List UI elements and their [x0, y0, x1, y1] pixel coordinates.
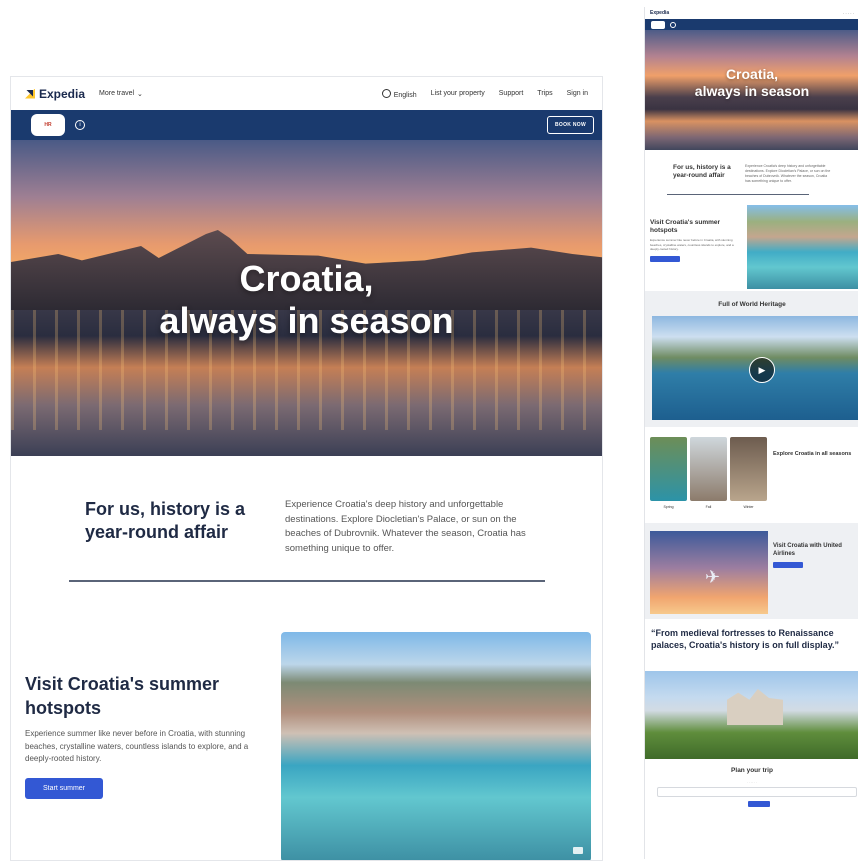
season-card-fall[interactable] — [690, 437, 727, 501]
globe-icon — [381, 88, 391, 98]
campaign-banner: HR i BOOK NOW — [11, 110, 602, 143]
list-property-link[interactable]: List your property — [431, 90, 485, 97]
summer-text: Visit Croatia's summer hotspots Experien… — [25, 672, 263, 799]
mobile-hero-line2: always in season — [694, 83, 810, 99]
mobile-heritage-title: Full of World Heritage — [718, 301, 786, 308]
language-selector[interactable]: English — [381, 88, 417, 99]
summer-title: Visit Croatia's summer hotspots — [25, 674, 220, 718]
start-summer-button[interactable]: Start summer — [25, 777, 104, 799]
logo-text: Expedia — [39, 86, 86, 101]
coastal-town-image — [281, 632, 591, 860]
mobile-plan-search-fields[interactable] — [657, 787, 857, 797]
language-label: English — [393, 91, 417, 99]
nav-right-links: English List your property Support Trips… — [381, 88, 588, 99]
mobile-nav-links: · · · · · — [842, 10, 854, 16]
season-card-spring[interactable] — [650, 437, 687, 501]
camera-icon[interactable] — [573, 847, 583, 854]
mobile-start-summer-button[interactable] — [650, 255, 680, 262]
mobile-heritage-section: Full of World Heritage ▶ — [645, 291, 858, 427]
croatia-brand-logo: HR — [31, 114, 65, 136]
mobile-preview: Expedia · · · · · Croatia, always in sea… — [644, 7, 858, 859]
mobile-plan-section: Plan your trip · · · · · · — [645, 759, 858, 819]
mobile-seasons-section: Spring Fall Winter Explore Croatia in al… — [645, 427, 858, 523]
mobile-united-section: ✈ Visit Croatia with United Airlines — [645, 523, 858, 619]
mobile-info-icon[interactable] — [670, 21, 676, 28]
mobile-united-button[interactable] — [773, 562, 803, 568]
castle-shape — [727, 689, 783, 725]
trips-link[interactable]: Trips — [537, 90, 552, 97]
sign-in-link[interactable]: Sign in — [567, 90, 588, 97]
mobile-history-body: Experience Croatia's deep history and un… — [745, 164, 831, 183]
airplane-icon: ✈ — [705, 567, 721, 587]
hero-image: Croatia, always in season — [11, 140, 602, 456]
play-icon[interactable]: ▶ — [749, 357, 775, 383]
history-body: Experience Croatia's deep history and un… — [285, 499, 526, 554]
mobile-united-title: Visit Croatia with United Airlines — [773, 543, 842, 557]
mobile-hero-image: Croatia, always in season — [645, 30, 858, 150]
season-label-winter: Winter — [743, 505, 754, 509]
book-now-button[interactable]: BOOK NOW — [546, 116, 594, 134]
hero-title: Croatia, always in season — [11, 258, 602, 342]
mobile-hero-line1: Croatia, — [725, 66, 779, 82]
top-navigation: Expedia More travel ⌄ English List your … — [11, 77, 602, 110]
mobile-plan-tabs[interactable]: · · · · · · — [645, 780, 858, 784]
season-label-spring: Spring — [663, 505, 674, 509]
mobile-quote: “From medieval fortresses to Renaissance… — [651, 628, 840, 650]
season-card-winter[interactable] — [730, 437, 767, 501]
mobile-summer-body: Experience summer like never before in C… — [650, 238, 734, 251]
summer-section: Visit Croatia's summer hotspots Experien… — [11, 582, 602, 860]
mobile-seasons-text: Explore Croatia in all seasons — [773, 451, 857, 458]
more-travel-menu[interactable]: More travel ⌄ — [99, 90, 143, 98]
chevron-down-icon: ⌄ — [137, 90, 143, 98]
desktop-page: Expedia More travel ⌄ English List your … — [10, 76, 603, 861]
mobile-summer-section: Visit Croatia's summer hotspots Experien… — [645, 195, 858, 291]
mobile-heritage-video[interactable]: ▶ — [652, 316, 858, 420]
mobile-top-nav: Expedia · · · · · — [645, 7, 858, 19]
support-link[interactable]: Support — [499, 90, 524, 97]
mobile-expedia-logo[interactable]: Expedia — [650, 10, 669, 16]
more-travel-label: More travel — [99, 90, 135, 97]
mobile-brand-logo — [651, 20, 665, 29]
expedia-logo[interactable]: Expedia — [25, 87, 85, 101]
mobile-summer-title: Visit Croatia's summer hotspots — [650, 219, 721, 234]
hero-title-line1: Croatia, — [239, 258, 374, 299]
expedia-logo-icon — [25, 89, 35, 99]
mobile-united-text: Visit Croatia with United Airlines — [773, 543, 857, 570]
mobile-campaign-banner — [645, 19, 858, 30]
mobile-coast-image — [747, 205, 858, 289]
summer-body: Experience summer like never before in C… — [25, 729, 249, 763]
season-label-fall: Fall — [705, 505, 712, 509]
history-section: For us, history is a year-round affair E… — [11, 456, 602, 556]
mobile-plan-search-button[interactable] — [748, 801, 770, 807]
hero-title-line2: always in season — [159, 300, 454, 341]
airplane-sunset-image: ✈ — [650, 531, 768, 614]
castle-image — [645, 671, 858, 759]
mobile-summer-text: Visit Croatia's summer hotspots Experien… — [650, 219, 734, 264]
mobile-history-title: For us, history is a year-round affair — [673, 164, 731, 179]
info-icon[interactable]: i — [75, 120, 85, 130]
history-title: For us, history is a year-round affair — [85, 499, 246, 542]
mobile-plan-title: Plan your trip — [731, 767, 773, 774]
mobile-history-section: For us, history is a year-round affair E… — [645, 150, 858, 184]
mobile-seasons-title: Explore Croatia in all seasons — [773, 451, 852, 457]
mobile-hero-title: Croatia, always in season — [645, 66, 858, 100]
